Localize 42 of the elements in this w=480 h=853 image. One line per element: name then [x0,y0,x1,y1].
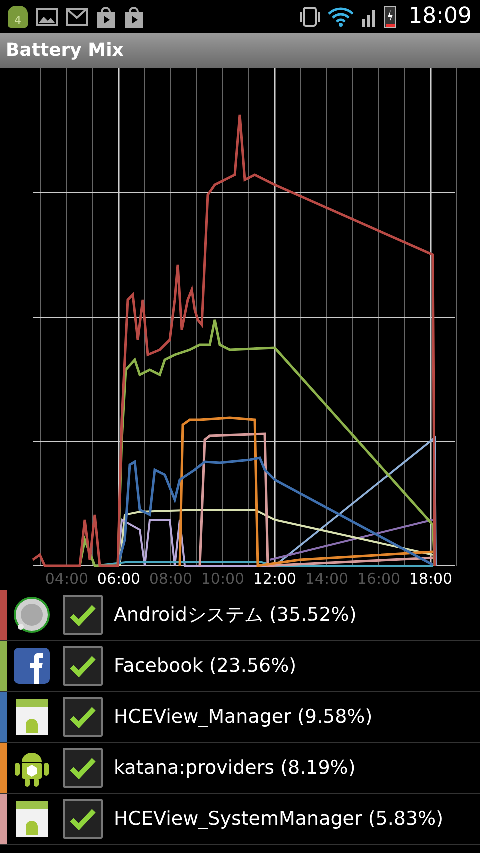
check-icon [70,808,96,830]
checkbox[interactable] [63,595,103,635]
checkbox[interactable] [63,697,103,737]
axis-label: 18:00 [409,570,453,588]
app-name: Facebook (23.56%) [114,654,297,679]
axis-label: 16:00 [357,570,401,588]
disc-icon [13,596,51,634]
check-icon [70,757,96,779]
app-row[interactable]: katana:providers (8.19%) [0,743,480,794]
axis-label: 08:00 [149,570,193,588]
shopping-bag-icon [96,6,116,28]
app-name: katana:providers (8.19%) [114,756,356,781]
app-row[interactable]: HCEView_Manager (9.58%) [0,692,480,743]
app-title: Battery Mix [6,39,124,63]
shopping-bag-icon [124,6,144,28]
app-row[interactable]: Facebook (23.56%) [0,641,480,692]
axis-label: 12:00 [253,570,297,588]
clock-time: 18:09 [408,6,472,28]
app-name: HCEView_Manager (9.58%) [114,704,373,730]
check-icon [70,655,96,677]
axis-label: 10:00 [201,570,245,588]
checkbox[interactable] [63,799,103,839]
check-icon [70,604,96,626]
picture-icon [36,8,58,26]
package-icon [16,801,48,837]
package-icon [16,699,48,735]
check-icon [70,706,96,728]
axis-label: 06:00 [97,570,141,588]
checkbox[interactable] [63,646,103,686]
vibrate-icon [300,6,320,28]
checkbox[interactable] [63,748,103,788]
facebook-icon [14,648,50,684]
battery-icon [384,4,397,28]
app-name: HCEView_SystemManager (5.83%) [114,806,444,832]
wifi-icon [328,6,354,26]
notification-count: 4 [14,14,22,28]
app-name: Androidシステム (35.52%) [114,602,357,628]
app-row[interactable]: HCEView_SystemManager (5.83%) [0,794,480,845]
app-row[interactable]: Androidシステム (35.52%) [0,590,480,641]
axis-label: 04:00 [45,570,89,588]
axis-label: 14:00 [305,570,349,588]
mail-icon [66,8,88,26]
